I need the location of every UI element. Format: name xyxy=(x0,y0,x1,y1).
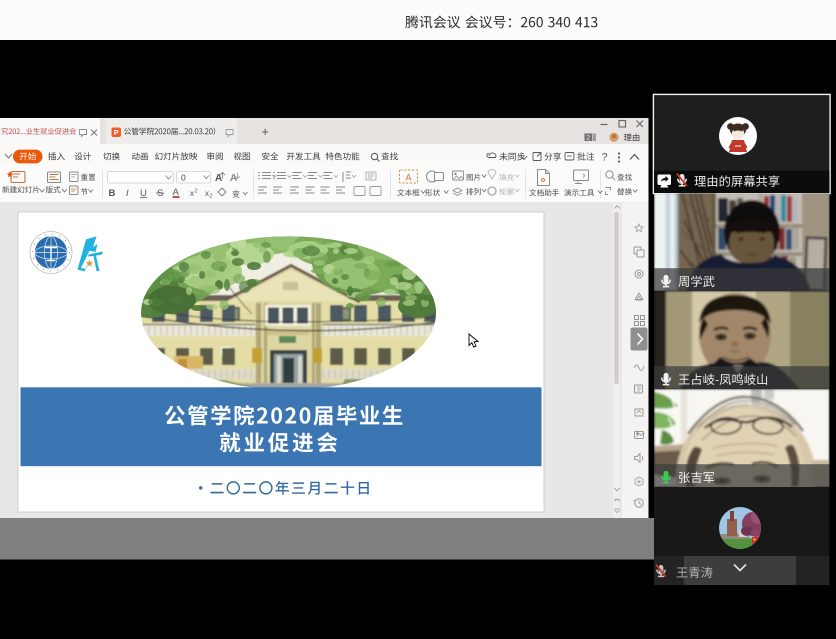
svg-text:x: x xyxy=(190,189,194,198)
svg-text:?: ? xyxy=(602,152,608,164)
svg-text:+: + xyxy=(262,125,269,139)
svg-text:2: 2 xyxy=(586,135,590,142)
svg-text:A: A xyxy=(405,173,411,183)
svg-text:2: 2 xyxy=(195,189,198,195)
svg-text:P: P xyxy=(114,128,119,137)
svg-text:S: S xyxy=(157,188,163,199)
svg-text:A: A xyxy=(230,173,237,184)
svg-text:B: B xyxy=(109,188,116,199)
svg-text:I: I xyxy=(126,188,129,199)
svg-text:0: 0 xyxy=(181,172,186,182)
svg-text:2: 2 xyxy=(210,194,213,200)
svg-text:A: A xyxy=(215,173,222,184)
svg-text:x: x xyxy=(205,189,209,198)
